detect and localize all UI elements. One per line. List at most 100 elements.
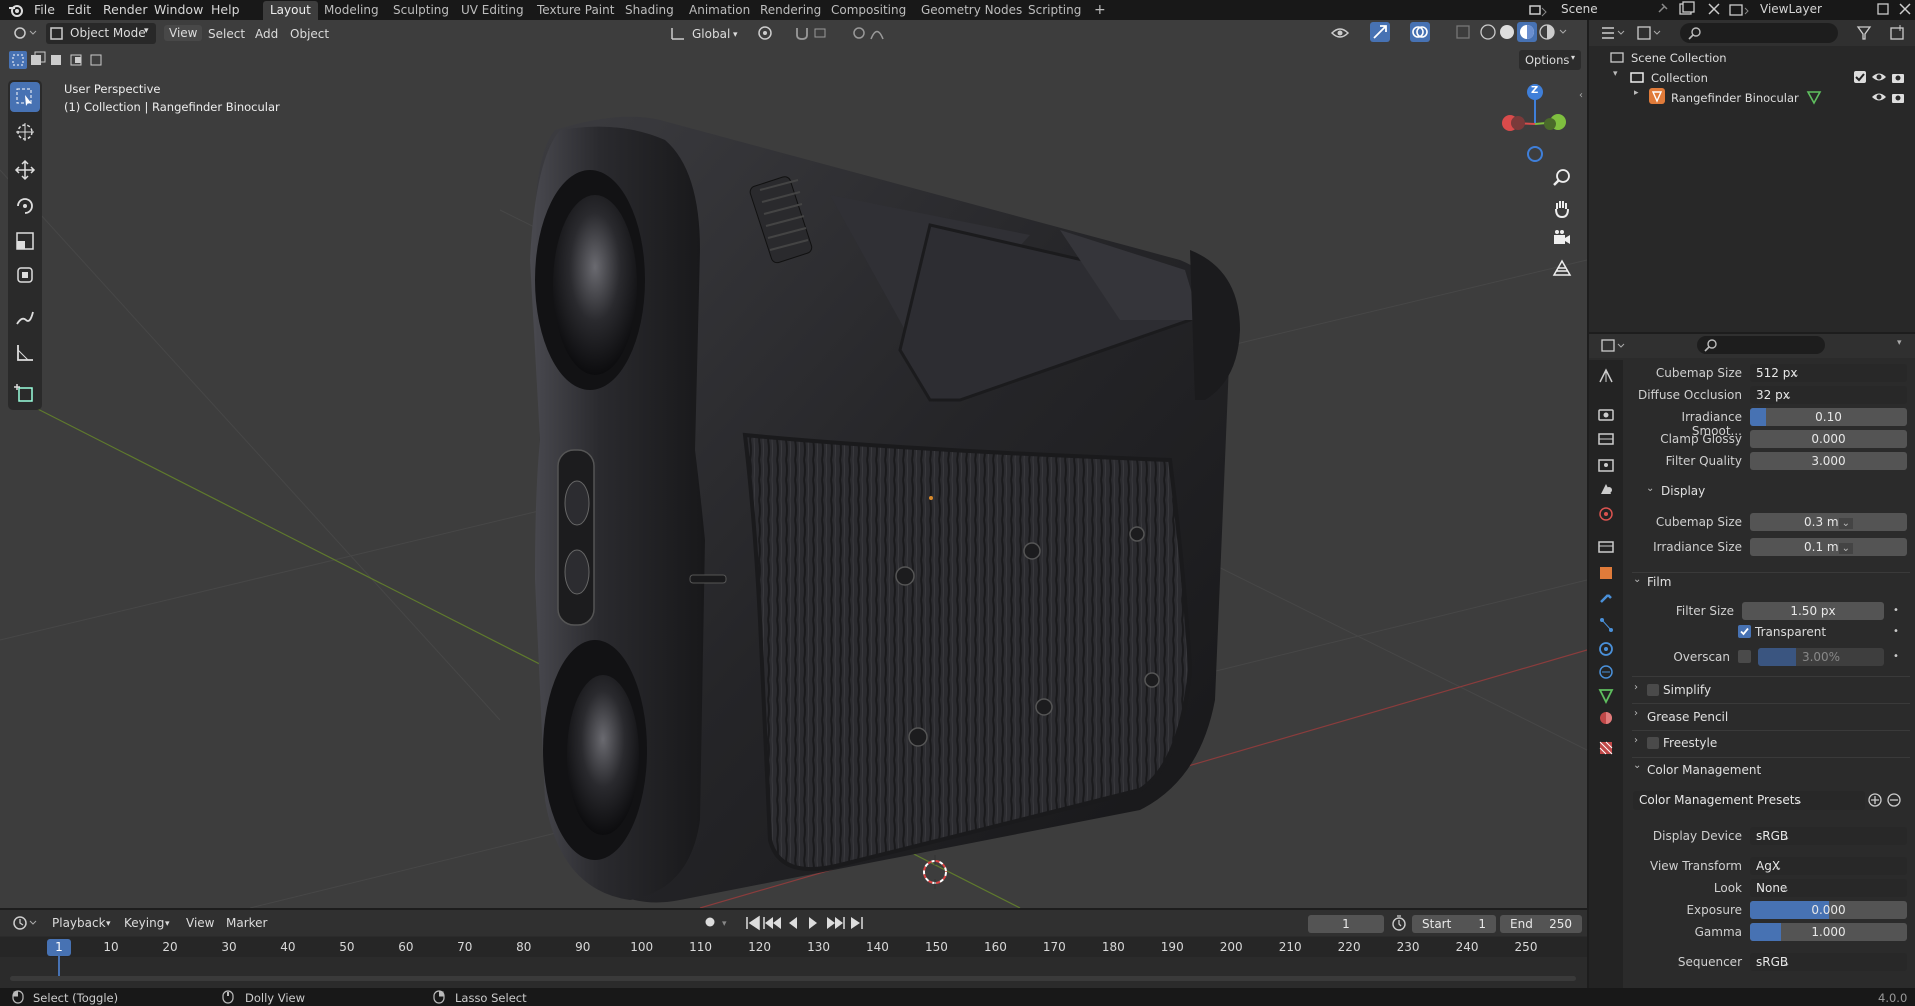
transform-tool-icon[interactable] (10, 260, 40, 290)
timeline-scrollbar[interactable] (10, 976, 1576, 981)
overscan-checkbox[interactable] (1738, 650, 1751, 663)
collapse-arrow-icon[interactable]: ▾ (1613, 69, 1618, 79)
chevron-right-icon[interactable]: › (1634, 708, 1638, 719)
tab-modeling[interactable]: Modeling (317, 1, 386, 20)
color-management-section-header[interactable]: Color Management (1647, 763, 1761, 777)
rotate-tool-icon[interactable] (10, 191, 40, 221)
timeline-menu-keying[interactable]: Keying (124, 916, 164, 930)
render-camera-icon[interactable] (1891, 70, 1905, 84)
tab-shading[interactable]: Shading (618, 1, 681, 20)
menu-view[interactable]: View (164, 25, 203, 41)
remove-preset-icon[interactable] (1886, 792, 1902, 808)
collection-checkbox-icon[interactable] (1853, 70, 1867, 84)
pan-hand-icon[interactable] (1551, 197, 1573, 219)
keyframe-dot-icon[interactable]: • (1893, 626, 1899, 637)
current-frame-field[interactable]: 1 (1308, 915, 1384, 933)
add-preset-icon[interactable] (1867, 792, 1883, 808)
measure-tool-icon[interactable] (10, 338, 40, 368)
menu-window[interactable]: Window (154, 2, 203, 17)
editor-type-icon[interactable] (14, 25, 40, 41)
transform-orientation-icon[interactable] (670, 25, 686, 41)
render-camera-icon[interactable] (1891, 90, 1905, 104)
freestyle-section-header[interactable]: Freestyle (1663, 736, 1717, 750)
freestyle-checkbox[interactable] (1647, 737, 1659, 749)
look-dropdown[interactable]: None⌄ (1750, 879, 1907, 897)
view-layer-icon[interactable] (1728, 2, 1752, 18)
xray-toggle-icon[interactable] (1455, 23, 1473, 41)
tab-sculpting[interactable]: Sculpting (386, 1, 456, 20)
sequencer-dropdown[interactable]: sRGB⌄ (1750, 953, 1907, 971)
snap-icon[interactable] (793, 24, 843, 42)
mesh-data-icon[interactable] (1806, 89, 1822, 105)
add-workspace-button[interactable]: + (1087, 0, 1113, 19)
tab-texture-paint[interactable]: Texture Paint (530, 1, 621, 20)
delete-scene-icon[interactable] (1706, 1, 1722, 17)
eye-icon[interactable] (1871, 91, 1887, 103)
tab-scripting[interactable]: Scripting (1021, 1, 1088, 20)
filter-quality-field[interactable]: 3.000 (1750, 452, 1907, 470)
chevron-down-icon[interactable]: ▾ (722, 919, 727, 929)
new-scene-icon[interactable] (1678, 1, 1696, 17)
scale-tool-icon[interactable] (10, 226, 40, 256)
remove-view-layer-icon[interactable] (1897, 1, 1913, 17)
cubemap-size-dropdown[interactable]: 512 px⌄ (1750, 364, 1907, 382)
chevron-down-icon[interactable]: ⌄ (1633, 760, 1641, 771)
transparent-label[interactable]: Transparent (1755, 625, 1826, 639)
view-transform-dropdown[interactable]: AgX⌄ (1750, 857, 1907, 875)
viewport-scene[interactable] (0, 20, 1587, 908)
scene-icon[interactable] (1528, 2, 1550, 18)
tab-uv-editing[interactable]: UV Editing (454, 1, 531, 20)
new-view-layer-icon[interactable] (1876, 1, 1892, 17)
gizmo-toggle-icon[interactable] (1370, 22, 1390, 42)
pivot-point-icon[interactable] (756, 24, 792, 42)
end-frame-field[interactable]: End 250 (1500, 915, 1582, 933)
cursor-tool-icon[interactable] (10, 117, 40, 147)
move-tool-icon[interactable] (10, 155, 40, 185)
filter-size-field[interactable]: 1.50 px (1742, 602, 1884, 620)
collection-label[interactable]: Collection (1651, 71, 1708, 85)
chevron-down-icon[interactable]: ⌄ (1646, 483, 1654, 494)
menu-add[interactable]: Add (255, 27, 278, 41)
eye-icon[interactable] (1871, 71, 1887, 83)
keyframe-dot-icon[interactable]: • (1893, 651, 1899, 662)
diffuse-occlusion-dropdown[interactable]: 32 px⌄ (1750, 386, 1907, 404)
display-cubemap-size-field[interactable]: 0.3 m ⌄ (1750, 513, 1907, 531)
navigation-gizmo[interactable]: Z (1498, 82, 1568, 168)
timeline-menu-playback[interactable]: Playback (52, 916, 106, 930)
chevron-down-icon[interactable]: ▾ (106, 919, 111, 929)
simplify-checkbox[interactable] (1647, 684, 1659, 696)
clamp-glossy-field[interactable]: 0.000 (1750, 430, 1907, 448)
chevron-right-icon[interactable]: › (1634, 735, 1638, 746)
transform-orientation-label[interactable]: Global (692, 27, 730, 41)
display-section-header[interactable]: Display (1661, 484, 1705, 498)
ortho-toggle-icon[interactable] (1551, 257, 1573, 279)
grease-pencil-section-header[interactable]: Grease Pencil (1647, 710, 1728, 724)
options-dropdown[interactable]: Options ▾ (1519, 50, 1581, 70)
chevron-down-icon[interactable]: ⌄ (1633, 574, 1641, 585)
menu-object[interactable]: Object (290, 27, 329, 41)
menu-select[interactable]: Select (208, 27, 245, 41)
properties-editor-icon[interactable] (1600, 337, 1628, 355)
chevron-down-icon[interactable]: ▾ (733, 30, 738, 40)
tab-geometry-nodes[interactable]: Geometry Nodes (914, 1, 1029, 20)
mode-dropdown[interactable]: Object Mode ▾ (46, 23, 156, 44)
irradiance-size-field[interactable]: 0.1 m ⌄ (1750, 538, 1907, 556)
tab-animation[interactable]: Animation (682, 1, 757, 20)
pin-icon[interactable] (1655, 2, 1669, 16)
chevron-right-icon[interactable]: › (1634, 682, 1638, 693)
chevron-left-icon[interactable]: ‹ (1579, 90, 1583, 101)
tab-rendering[interactable]: Rendering (753, 1, 828, 20)
timeline-menu-view[interactable]: View (186, 916, 214, 930)
visibility-icon[interactable] (1330, 23, 1364, 43)
playback-controls-icons[interactable] (745, 915, 865, 931)
outliner-search-input[interactable] (1680, 23, 1838, 43)
selection-mode-icons[interactable] (9, 51, 105, 69)
keyframe-dot-icon[interactable]: • (1893, 605, 1899, 616)
film-section-header[interactable]: Film (1647, 575, 1671, 589)
scene-collection-label[interactable]: Scene Collection (1631, 51, 1727, 65)
chevron-down-icon[interactable]: ▾ (1897, 338, 1902, 348)
add-cube-tool-icon[interactable] (10, 378, 40, 408)
display-mode-icon[interactable] (1636, 24, 1664, 42)
menu-render[interactable]: Render (103, 2, 148, 17)
object-label[interactable]: Rangefinder Binocular (1671, 91, 1799, 105)
